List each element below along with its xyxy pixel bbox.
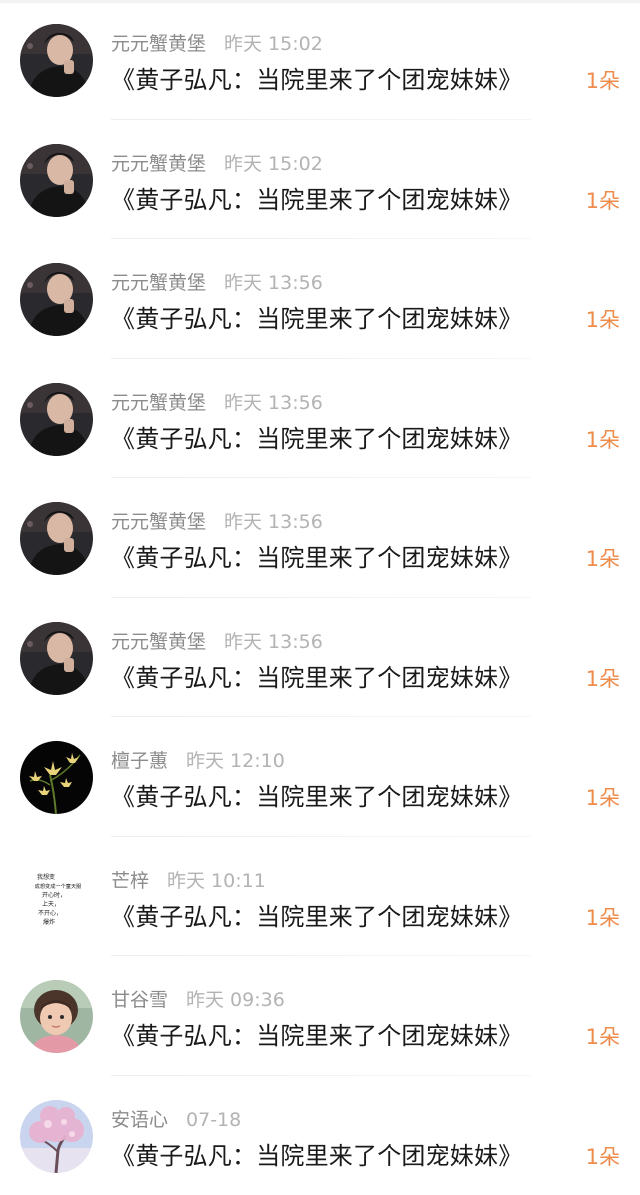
timestamp: 昨天 09:36 xyxy=(186,989,285,1011)
portrait-icon xyxy=(20,502,93,575)
timestamp: 昨天 15:02 xyxy=(224,153,323,175)
avatar[interactable] xyxy=(20,980,93,1053)
user-name[interactable]: 元元蟹黄堡 xyxy=(111,272,206,294)
timestamp: 昨天 12:10 xyxy=(186,750,285,772)
user-name[interactable]: 甘谷雪 xyxy=(111,989,168,1011)
user-name[interactable]: 元元蟹黄堡 xyxy=(111,511,206,533)
work-title[interactable]: 《黄子弘凡：当院里来了个团宠妹妹》 xyxy=(111,302,522,336)
user-name[interactable]: 元元蟹黄堡 xyxy=(111,33,206,55)
avatar-note-line: 爆炸 xyxy=(43,918,55,926)
timestamp: 昨天 13:56 xyxy=(224,631,323,653)
list-item[interactable]: 檀子蕙昨天 12:10 《黄子弘凡：当院里来了个团宠妹妹》 1朵 xyxy=(0,717,640,837)
avatar[interactable] xyxy=(20,502,93,575)
gift-count: 1朵 xyxy=(586,1141,620,1173)
avatar[interactable] xyxy=(20,144,93,217)
gift-count: 1朵 xyxy=(586,185,620,217)
timestamp: 昨天 13:56 xyxy=(224,511,323,533)
work-title[interactable]: 《黄子弘凡：当院里来了个团宠妹妹》 xyxy=(111,1139,522,1173)
avatar[interactable]: 我想变 成想变成一个童天服 开心时， 上天， 不开心， 爆炸 xyxy=(20,861,93,934)
item-meta: 元元蟹黄堡昨天 13:56 xyxy=(111,270,323,296)
gift-count: 1朵 xyxy=(586,424,620,456)
item-meta: 元元蟹黄堡昨天 13:56 xyxy=(111,629,323,655)
list-item[interactable]: 元元蟹黄堡昨天 13:56 《黄子弘凡：当院里来了个团宠妹妹》 1朵 xyxy=(0,239,640,359)
item-meta: 元元蟹黄堡昨天 13:56 xyxy=(111,390,323,416)
work-title[interactable]: 《黄子弘凡：当院里来了个团宠妹妹》 xyxy=(111,1019,522,1053)
portrait-icon xyxy=(20,622,93,695)
item-meta: 元元蟹黄堡昨天 15:02 xyxy=(111,31,323,57)
avatar[interactable] xyxy=(20,622,93,695)
user-name[interactable]: 安语心 xyxy=(111,1109,168,1131)
avatar-note-line: 我想变 xyxy=(37,873,55,881)
list-item[interactable]: 安语心 07-18 《黄子弘凡：当院里来了个团宠妹妹》 1朵 xyxy=(0,1076,640,1195)
gift-count: 1朵 xyxy=(586,1021,620,1053)
avatar[interactable] xyxy=(20,263,93,336)
gift-count: 1朵 xyxy=(586,543,620,575)
item-meta: 檀子蕙昨天 12:10 xyxy=(111,748,285,774)
user-name[interactable]: 檀子蕙 xyxy=(111,750,168,772)
list-item[interactable]: 元元蟹黄堡昨天 13:56 《黄子弘凡：当院里来了个团宠妹妹》 1朵 xyxy=(0,598,640,718)
work-title[interactable]: 《黄子弘凡：当院里来了个团宠妹妹》 xyxy=(111,780,522,814)
text-note-icon: 我想变 成想变成一个童天服 开心时， 上天， 不开心， 爆炸 xyxy=(20,861,93,934)
list-item[interactable]: 元元蟹黄堡昨天 15:02 《黄子弘凡：当院里来了个团宠妹妹》 1朵 xyxy=(0,0,640,120)
item-meta: 甘谷雪昨天 09:36 xyxy=(111,987,285,1013)
timestamp: 07-18 xyxy=(186,1109,241,1131)
item-meta: 安语心 07-18 xyxy=(111,1107,241,1133)
item-meta: 芒梓昨天 10:11 xyxy=(111,868,266,894)
avatar[interactable] xyxy=(20,383,93,456)
avatar-note-line: 成想变成一个童天服 xyxy=(35,882,83,890)
avatar[interactable] xyxy=(20,1100,93,1173)
timestamp: 昨天 15:02 xyxy=(224,33,323,55)
work-title[interactable]: 《黄子弘凡：当院里来了个团宠妹妹》 xyxy=(111,661,522,695)
user-name[interactable]: 芒梓 xyxy=(111,870,149,892)
portrait-icon xyxy=(20,144,93,217)
user-name[interactable]: 元元蟹黄堡 xyxy=(111,631,206,653)
timestamp: 昨天 13:56 xyxy=(224,392,323,414)
orchid-icon xyxy=(20,741,93,814)
avatar-note-line: 开心时， xyxy=(42,891,66,899)
avatar[interactable] xyxy=(20,741,93,814)
avatar[interactable] xyxy=(20,24,93,97)
list-item[interactable]: 我想变 成想变成一个童天服 开心时， 上天， 不开心， 爆炸 芒梓昨天 10:1… xyxy=(0,837,640,957)
gift-count: 1朵 xyxy=(586,65,620,97)
portrait-icon xyxy=(20,263,93,336)
gift-count: 1朵 xyxy=(586,902,620,934)
item-meta: 元元蟹黄堡昨天 15:02 xyxy=(111,151,323,177)
list-item[interactable]: 元元蟹黄堡昨天 13:56 《黄子弘凡：当院里来了个团宠妹妹》 1朵 xyxy=(0,359,640,479)
list-item[interactable]: 元元蟹黄堡昨天 13:56 《黄子弘凡：当院里来了个团宠妹妹》 1朵 xyxy=(0,478,640,598)
user-name[interactable]: 元元蟹黄堡 xyxy=(111,153,206,175)
blossom-tree-icon xyxy=(20,1100,93,1173)
work-title[interactable]: 《黄子弘凡：当院里来了个团宠妹妹》 xyxy=(111,63,522,97)
avatar-note-line: 上天， xyxy=(42,900,60,908)
timestamp: 昨天 10:11 xyxy=(167,870,266,892)
item-meta: 元元蟹黄堡昨天 13:56 xyxy=(111,509,323,535)
avatar-note-line: 不开心， xyxy=(38,910,62,917)
user-name[interactable]: 元元蟹黄堡 xyxy=(111,392,206,414)
child-photo-icon xyxy=(20,980,93,1053)
gift-count: 1朵 xyxy=(586,782,620,814)
work-title[interactable]: 《黄子弘凡：当院里来了个团宠妹妹》 xyxy=(111,422,522,456)
work-title[interactable]: 《黄子弘凡：当院里来了个团宠妹妹》 xyxy=(111,541,522,575)
portrait-icon xyxy=(20,383,93,456)
portrait-icon xyxy=(20,24,93,97)
list-item[interactable]: 元元蟹黄堡昨天 15:02 《黄子弘凡：当院里来了个团宠妹妹》 1朵 xyxy=(0,120,640,240)
timestamp: 昨天 13:56 xyxy=(224,272,323,294)
gift-count: 1朵 xyxy=(586,304,620,336)
gift-count: 1朵 xyxy=(586,663,620,695)
list-item[interactable]: 甘谷雪昨天 09:36 《黄子弘凡：当院里来了个团宠妹妹》 1朵 xyxy=(0,956,640,1076)
work-title[interactable]: 《黄子弘凡：当院里来了个团宠妹妹》 xyxy=(111,183,522,217)
work-title[interactable]: 《黄子弘凡：当院里来了个团宠妹妹》 xyxy=(111,900,522,934)
